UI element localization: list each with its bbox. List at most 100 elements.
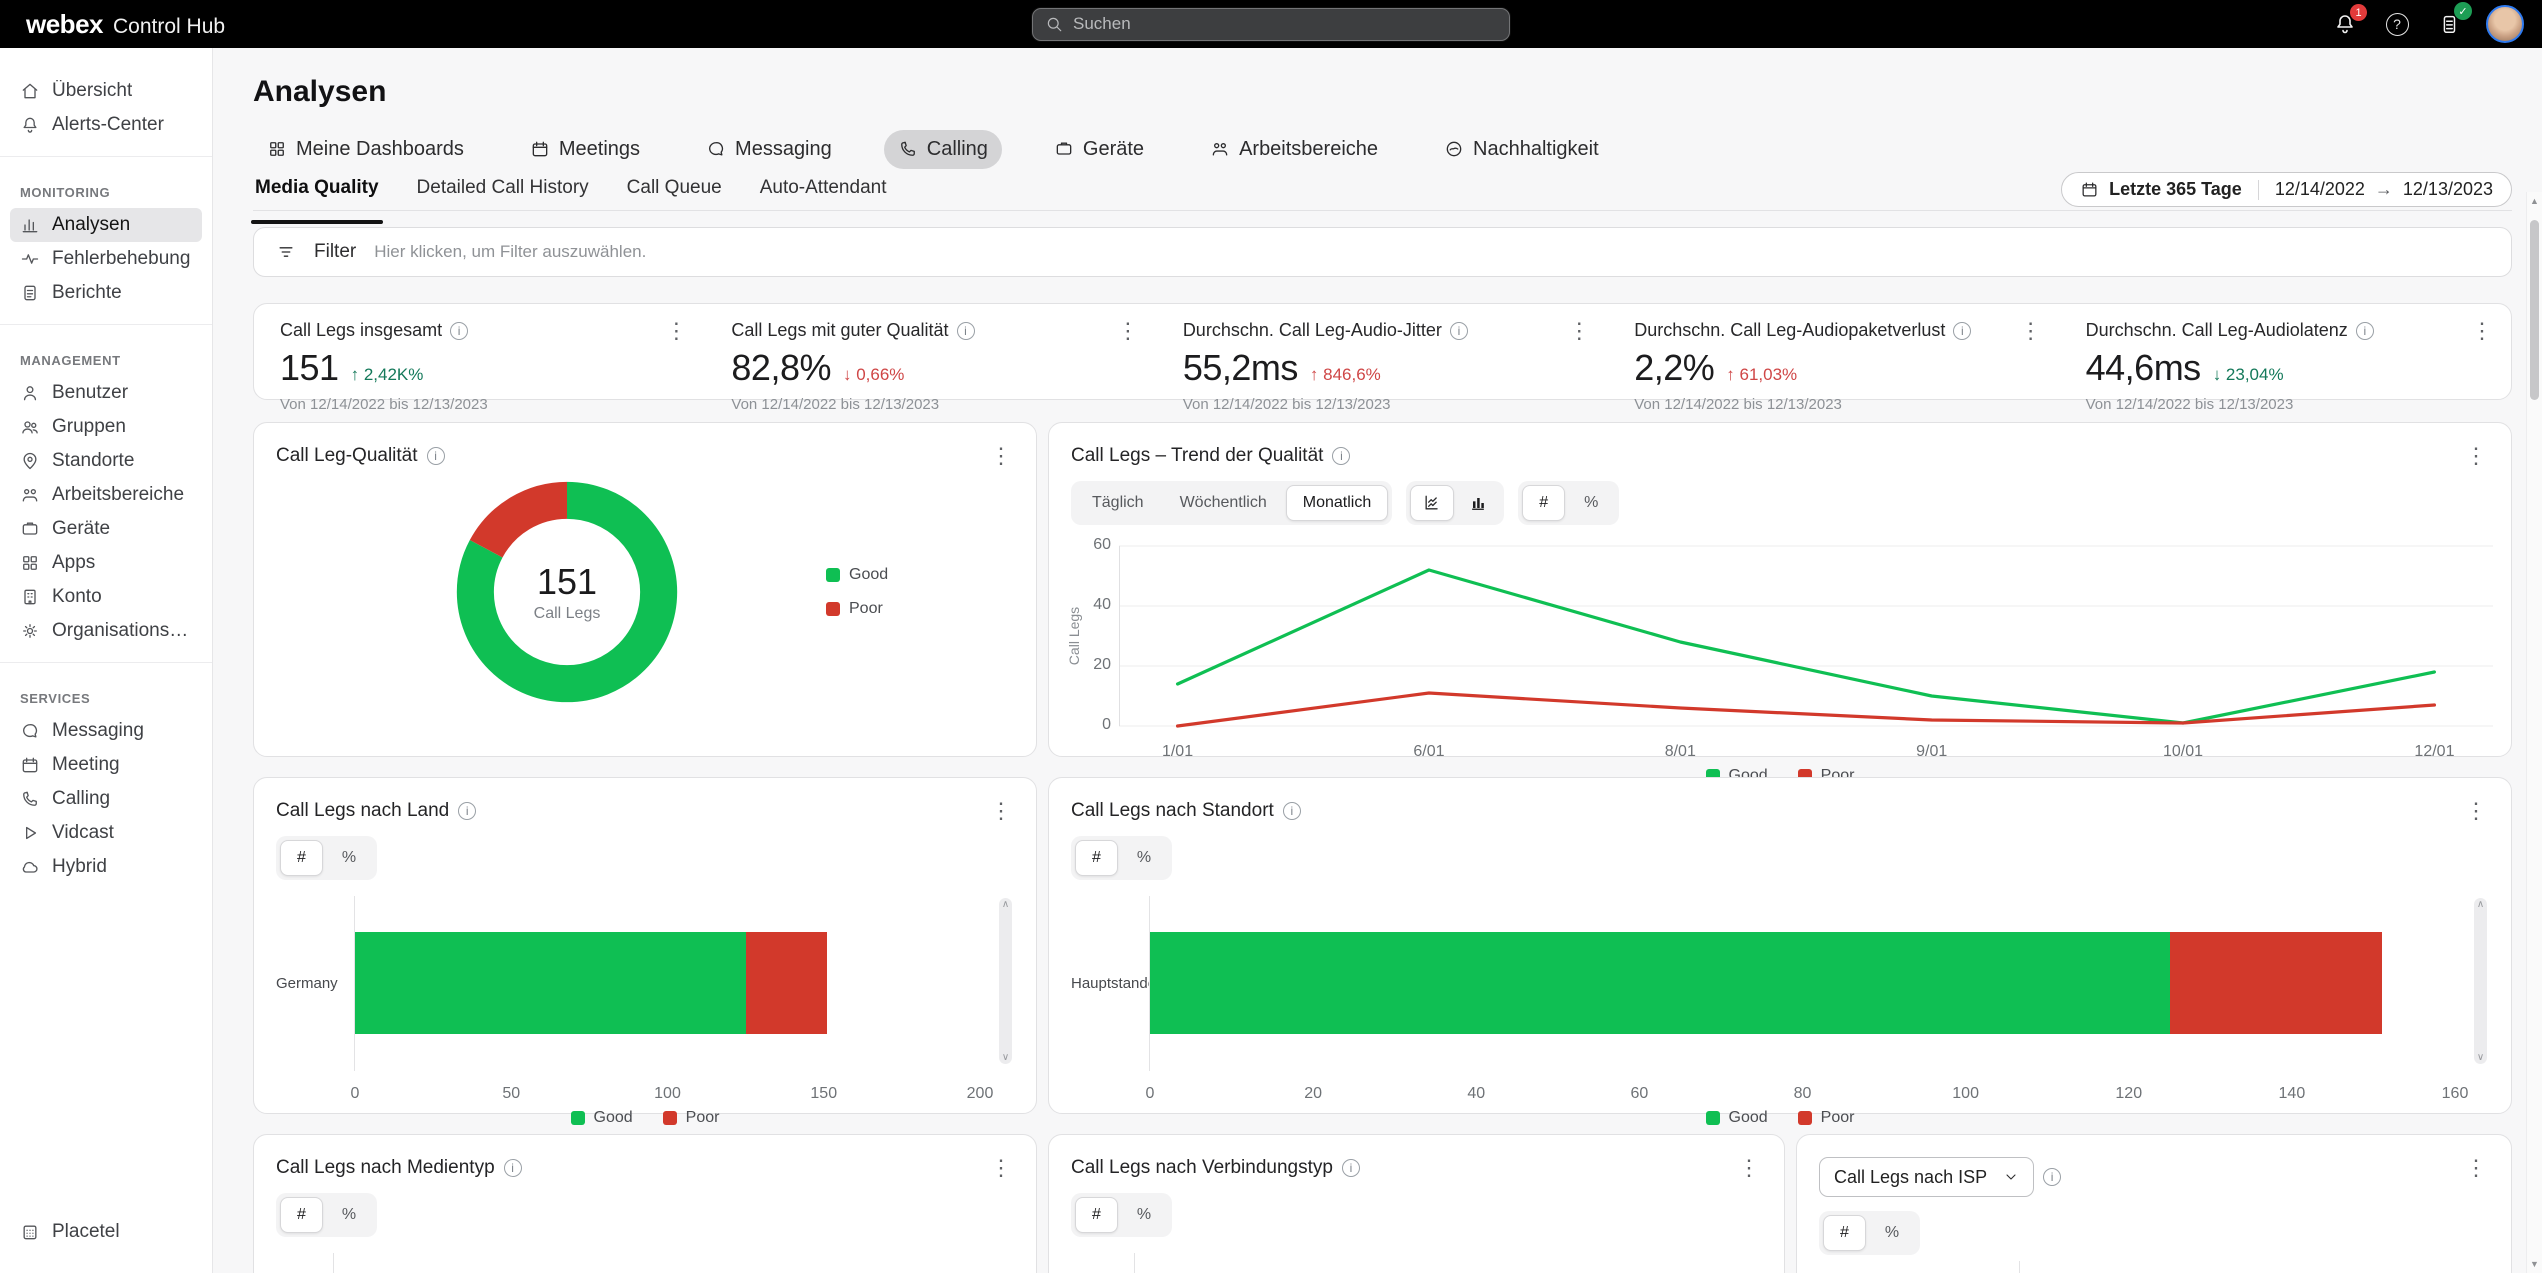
legend-good[interactable]: Good	[826, 566, 888, 584]
info-icon[interactable]	[957, 322, 975, 340]
bar-good-segment[interactable]	[355, 932, 746, 1034]
kebab-menu-icon[interactable]	[1560, 316, 1598, 346]
sidebar-item-placetel[interactable]: Placetel	[10, 1215, 202, 1249]
legend-good[interactable]: Good	[571, 1109, 633, 1127]
kebab-menu-icon[interactable]	[2012, 316, 2050, 346]
info-icon[interactable]	[1283, 802, 1301, 820]
filter-bar[interactable]: Filter Hier klicken, um Filter auszuwähl…	[253, 227, 2512, 277]
sidebar-item-uebersicht[interactable]: Übersicht	[10, 74, 202, 108]
sidebar-item-berichte[interactable]: Berichte	[10, 276, 202, 310]
unit-percent-button[interactable]: %	[1567, 485, 1615, 521]
sidebar-item-arbeitsbereiche[interactable]: Arbeitsbereiche	[10, 478, 202, 512]
info-icon[interactable]	[2043, 1168, 2061, 1186]
search-input[interactable]: Suchen	[1032, 8, 1510, 41]
unit-count-button[interactable]: #	[1075, 840, 1118, 876]
info-icon[interactable]	[2356, 322, 2374, 340]
chart-scrollbar[interactable]: ∧∨	[999, 898, 1012, 1064]
kebab-menu-icon[interactable]	[982, 1153, 1020, 1183]
scroll-down-icon[interactable]: ▼	[2530, 1259, 2539, 1269]
info-icon[interactable]	[427, 447, 445, 465]
info-icon[interactable]	[504, 1159, 522, 1177]
sidebar-item-benutzer[interactable]: Benutzer	[10, 376, 202, 410]
scroll-up-icon[interactable]: ▲	[2530, 196, 2539, 206]
legend-good[interactable]: Good	[1706, 1109, 1768, 1127]
bar-good-segment[interactable]	[1150, 932, 2170, 1034]
subtab-auto-attendant[interactable]: Auto-Attendant	[758, 175, 889, 210]
page-scrollbar[interactable]: ▲ ▼	[2526, 192, 2542, 1273]
tab-meetings[interactable]: Meetings	[516, 130, 654, 169]
sidebar-item-konto[interactable]: Konto	[10, 580, 202, 614]
granularity-taeglich[interactable]: Täglich	[1075, 485, 1161, 521]
system-status-button[interactable]: ✓	[2434, 9, 2464, 39]
unit-count-button[interactable]: #	[280, 1197, 323, 1233]
chart-scrollbar[interactable]: ∧∨	[2474, 898, 2487, 1064]
sidebar-item-vidcast[interactable]: Vidcast	[10, 816, 202, 850]
tab-meine-dashboards[interactable]: Meine Dashboards	[253, 130, 478, 169]
sidebar-item-geraete[interactable]: Geräte	[10, 512, 202, 546]
user-avatar[interactable]	[2486, 5, 2524, 43]
sidebar-item-apps[interactable]: Apps	[10, 546, 202, 580]
kebab-menu-icon[interactable]	[657, 316, 695, 346]
granularity-woechentlich[interactable]: Wöchentlich	[1163, 485, 1284, 521]
unit-percent-button[interactable]: %	[1120, 840, 1168, 876]
sidebar-item-analysen[interactable]: Analysen	[10, 208, 202, 242]
sidebar-item-meeting[interactable]: Meeting	[10, 748, 202, 782]
sidebar-item-alerts-center[interactable]: Alerts-Center	[10, 108, 202, 142]
chevron-up-icon[interactable]: ∧	[1002, 899, 1009, 910]
date-range-end[interactable]: 12/13/2023	[2403, 179, 2493, 200]
legend-poor[interactable]: Poor	[663, 1109, 720, 1127]
bar-poor-segment[interactable]	[2170, 932, 2382, 1034]
tab-geraete[interactable]: Geräte	[1040, 130, 1158, 169]
chevron-down-icon[interactable]: ∨	[2477, 1052, 2484, 1063]
unit-percent-button[interactable]: %	[325, 840, 373, 876]
info-icon[interactable]	[1450, 322, 1468, 340]
tab-arbeitsbereiche[interactable]: Arbeitsbereiche	[1196, 130, 1392, 169]
webex-logo[interactable]: webex Control Hub	[26, 9, 225, 40]
sidebar-item-calling[interactable]: Calling	[10, 782, 202, 816]
kebab-menu-icon[interactable]	[1730, 1153, 1768, 1183]
kebab-menu-icon[interactable]	[1109, 316, 1147, 346]
notifications-button[interactable]: 1	[2330, 9, 2360, 39]
subtab-media-quality[interactable]: Media Quality	[253, 175, 381, 210]
kebab-menu-icon[interactable]	[982, 441, 1020, 471]
kebab-menu-icon[interactable]	[2457, 796, 2495, 826]
kebab-menu-icon[interactable]	[2457, 1153, 2495, 1183]
kebab-menu-icon[interactable]	[982, 796, 1020, 826]
sidebar-item-hybrid[interactable]: Hybrid	[10, 850, 202, 884]
bar-chart-button[interactable]	[1456, 485, 1500, 521]
unit-percent-button[interactable]: %	[1120, 1197, 1168, 1233]
tab-calling[interactable]: Calling	[884, 130, 1002, 169]
unit-count-button[interactable]: #	[1823, 1215, 1866, 1251]
kebab-menu-icon[interactable]	[2463, 316, 2501, 346]
isp-metric-select[interactable]: Call Legs nach ISP	[1819, 1157, 2034, 1197]
unit-count-button[interactable]: #	[1522, 485, 1565, 521]
scrollbar-thumb[interactable]	[2530, 220, 2539, 400]
unit-count-button[interactable]: #	[280, 840, 323, 876]
chevron-down-icon[interactable]: ∨	[1002, 1052, 1009, 1063]
chevron-up-icon[interactable]: ∧	[2477, 899, 2484, 910]
legend-poor[interactable]: Poor	[1798, 1109, 1855, 1127]
help-button[interactable]: ?	[2382, 9, 2412, 39]
subtab-detailed-call-history[interactable]: Detailed Call History	[415, 175, 591, 210]
sidebar-item-organisationseinstellungen[interactable]: Organisationseinstellun...	[10, 614, 202, 648]
sidebar-item-gruppen[interactable]: Gruppen	[10, 410, 202, 444]
sidebar-item-standorte[interactable]: Standorte	[10, 444, 202, 478]
date-range-picker[interactable]: Letzte 365 Tage 12/14/2022 → 12/13/2023	[2061, 172, 2512, 207]
kebab-menu-icon[interactable]	[2457, 441, 2495, 471]
tab-messaging[interactable]: Messaging	[692, 130, 846, 169]
info-icon[interactable]	[450, 322, 468, 340]
subtab-call-queue[interactable]: Call Queue	[625, 175, 724, 210]
info-icon[interactable]	[1953, 322, 1971, 340]
info-icon[interactable]	[1342, 1159, 1360, 1177]
granularity-monatlich[interactable]: Monatlich	[1286, 485, 1388, 521]
info-icon[interactable]	[1332, 447, 1350, 465]
sidebar-item-fehlerbehebung[interactable]: Fehlerbehebung	[10, 242, 202, 276]
date-range-start[interactable]: 12/14/2022	[2275, 179, 2365, 200]
legend-poor[interactable]: Poor	[826, 600, 888, 618]
unit-percent-button[interactable]: %	[325, 1197, 373, 1233]
tab-nachhaltigkeit[interactable]: Nachhaltigkeit	[1430, 130, 1613, 169]
bar-poor-segment[interactable]	[746, 932, 827, 1034]
unit-percent-button[interactable]: %	[1868, 1215, 1916, 1251]
info-icon[interactable]	[458, 802, 476, 820]
unit-count-button[interactable]: #	[1075, 1197, 1118, 1233]
